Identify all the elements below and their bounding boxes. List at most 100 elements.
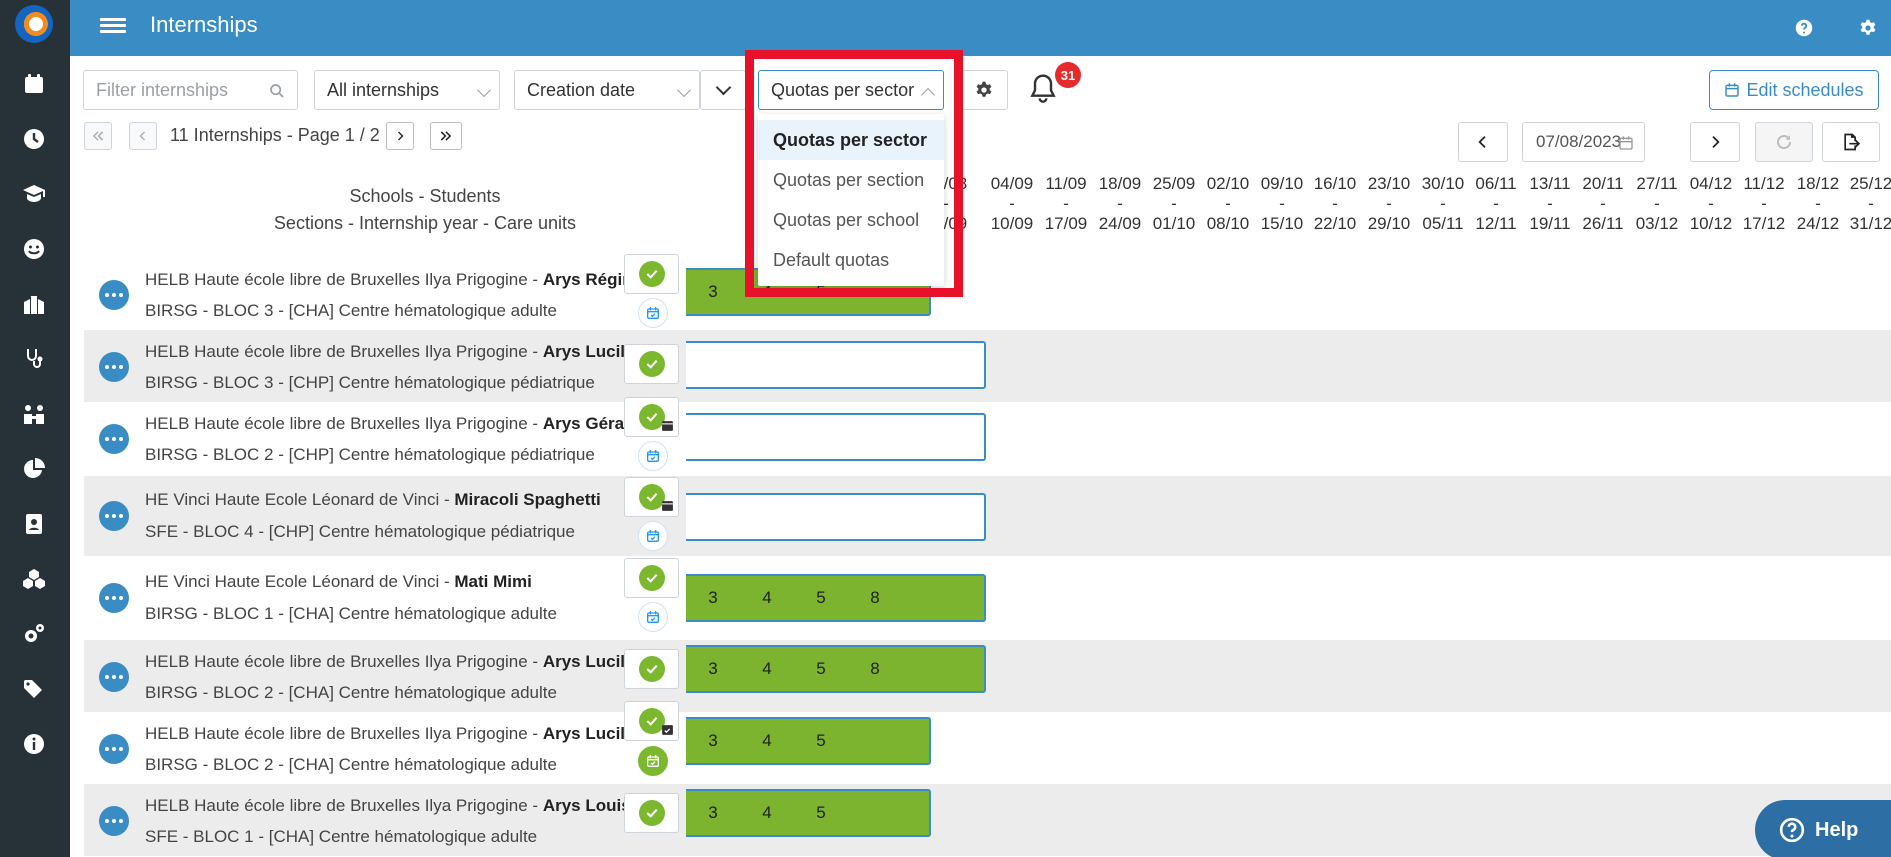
next-page-button[interactable] bbox=[386, 122, 414, 150]
week-end: 17/12 bbox=[1742, 214, 1786, 233]
calendar-icon[interactable] bbox=[14, 64, 54, 104]
schedule-calendar-icon[interactable] bbox=[638, 746, 668, 776]
last-page-button[interactable] bbox=[430, 122, 462, 150]
info-icon[interactable] bbox=[14, 724, 54, 764]
week-column: 09/10-15/10 bbox=[1260, 174, 1304, 233]
quota-settings-button[interactable] bbox=[960, 70, 1008, 110]
question-icon bbox=[1779, 817, 1805, 843]
notification-count-badge: 31 bbox=[1055, 62, 1081, 88]
refresh-button[interactable] bbox=[1755, 122, 1813, 162]
school-student-line: HELB Haute école libre de Bruxelles Ilya… bbox=[145, 270, 657, 290]
school-student-line: HELB Haute école libre de Bruxelles Ilya… bbox=[145, 796, 640, 816]
validation-status-button[interactable] bbox=[624, 344, 679, 384]
quota-bar[interactable] bbox=[686, 413, 986, 461]
calendar-icon bbox=[662, 421, 673, 431]
export-button[interactable] bbox=[1822, 122, 1880, 162]
schedule-calendar-icon[interactable] bbox=[638, 441, 668, 471]
section-care-unit: BIRSG - BLOC 3 - [CHA] Centre hématologi… bbox=[145, 301, 557, 320]
section-care-unit: BIRSG - BLOC 1 - [CHA] Centre hématologi… bbox=[145, 604, 557, 623]
more-options-button[interactable] bbox=[99, 280, 129, 310]
column-header-sections: Sections - Internship year - Care units bbox=[273, 213, 577, 233]
edit-schedules-button[interactable]: Edit schedules bbox=[1709, 70, 1879, 110]
more-options-button[interactable] bbox=[99, 501, 129, 531]
student-name[interactable]: Miracoli Spaghetti bbox=[454, 490, 600, 509]
week-end: 22/10 bbox=[1313, 214, 1357, 233]
week-start: 11/12 bbox=[1743, 174, 1785, 193]
export-icon bbox=[1844, 133, 1861, 151]
quota-bar[interactable]: 3 4 5 8 bbox=[686, 574, 986, 622]
table-row: HELB Haute école libre de Bruxelles Ilya… bbox=[84, 330, 1891, 402]
contact-card-icon[interactable] bbox=[14, 504, 54, 544]
graduation-icon[interactable] bbox=[14, 174, 54, 214]
smiley-icon[interactable] bbox=[14, 229, 54, 269]
more-options-button[interactable] bbox=[99, 662, 129, 692]
schedule-calendar-icon[interactable] bbox=[638, 521, 668, 551]
validation-status-button[interactable] bbox=[624, 397, 679, 437]
help-circle-icon[interactable] bbox=[1790, 14, 1818, 42]
chevron-down-icon bbox=[476, 82, 492, 98]
student-name[interactable]: Mati Mimi bbox=[454, 572, 531, 591]
check-icon bbox=[638, 261, 665, 287]
week-start: 25/09 bbox=[1152, 174, 1196, 193]
week-column: 18/09-24/09 bbox=[1098, 174, 1142, 233]
school-name: HELB Haute école libre de Bruxelles Ilya… bbox=[145, 342, 543, 361]
validation-status-button[interactable] bbox=[624, 649, 679, 689]
week-end: 03/12 bbox=[1635, 214, 1679, 233]
first-page-button[interactable] bbox=[84, 122, 112, 150]
prev-page-button[interactable] bbox=[129, 122, 157, 150]
quota-bar[interactable] bbox=[686, 493, 986, 541]
week-start: 02/10 bbox=[1206, 174, 1250, 193]
previous-period-button[interactable] bbox=[1458, 122, 1508, 162]
top-header: Internships bbox=[70, 0, 1891, 56]
sort-direction-button[interactable] bbox=[700, 70, 746, 110]
calendar-check-icon bbox=[662, 725, 673, 735]
cubes-icon[interactable] bbox=[14, 559, 54, 599]
school-student-line: HE Vinci Haute Ecole Léonard de Vinci - … bbox=[145, 572, 532, 592]
week-column: 25/12-31/12 bbox=[1849, 174, 1891, 233]
table-row: HELB Haute école libre de Bruxelles Ilya… bbox=[84, 402, 1891, 474]
calendar-icon bbox=[1725, 83, 1740, 97]
date-input[interactable]: 07/08/2023 bbox=[1522, 122, 1645, 162]
validation-status-button[interactable] bbox=[624, 701, 679, 741]
validation-status-button[interactable] bbox=[624, 793, 679, 833]
app-logo-icon[interactable] bbox=[15, 5, 53, 43]
validation-status-button[interactable] bbox=[624, 254, 679, 294]
search-input[interactable]: Filter internships bbox=[83, 70, 298, 110]
settings-gear-icon[interactable] bbox=[1854, 14, 1882, 42]
hospital-icon[interactable] bbox=[14, 284, 54, 324]
more-options-button[interactable] bbox=[99, 806, 129, 836]
more-options-button[interactable] bbox=[99, 424, 129, 454]
quota-bar[interactable]: 3 4 5 bbox=[686, 717, 931, 765]
school-name: HE Vinci Haute Ecole Léonard de Vinci - bbox=[145, 572, 455, 591]
gear-icon bbox=[976, 81, 992, 97]
validation-status-button[interactable] bbox=[624, 477, 679, 517]
edit-schedules-label: Edit schedules bbox=[1746, 79, 1864, 100]
help-button[interactable]: Help bbox=[1755, 800, 1891, 857]
clock-icon[interactable] bbox=[14, 119, 54, 159]
week-start: 25/12 bbox=[1849, 174, 1891, 193]
double-chevron-right-icon bbox=[440, 131, 452, 141]
more-options-button[interactable] bbox=[99, 352, 129, 382]
more-options-button[interactable] bbox=[99, 734, 129, 764]
schedule-calendar-icon[interactable] bbox=[638, 602, 668, 632]
people-icon[interactable] bbox=[14, 394, 54, 434]
hamburger-menu-icon[interactable] bbox=[100, 15, 126, 41]
quota-cell: 3 bbox=[708, 803, 718, 822]
sort-select[interactable]: Creation date bbox=[514, 70, 700, 110]
chevron-right-icon bbox=[1712, 136, 1720, 148]
internship-type-select[interactable]: All internships bbox=[314, 70, 500, 110]
quota-bar[interactable]: 3 4 5 bbox=[686, 789, 931, 837]
week-start: 27/11 bbox=[1636, 174, 1678, 193]
quota-bar[interactable]: 3 4 5 8 bbox=[686, 645, 986, 693]
stethoscope-icon[interactable] bbox=[14, 339, 54, 379]
quota-bar[interactable] bbox=[686, 341, 986, 389]
gears-icon[interactable] bbox=[14, 614, 54, 654]
school-student-line: HELB Haute école libre de Bruxelles Ilya… bbox=[145, 724, 639, 744]
week-end: 29/10 bbox=[1367, 214, 1411, 233]
tags-icon[interactable] bbox=[14, 669, 54, 709]
pie-chart-icon[interactable] bbox=[14, 449, 54, 489]
next-period-button[interactable] bbox=[1690, 122, 1740, 162]
more-options-button[interactable] bbox=[99, 583, 129, 613]
schedule-calendar-icon[interactable] bbox=[638, 298, 668, 328]
validation-status-button[interactable] bbox=[624, 558, 679, 598]
